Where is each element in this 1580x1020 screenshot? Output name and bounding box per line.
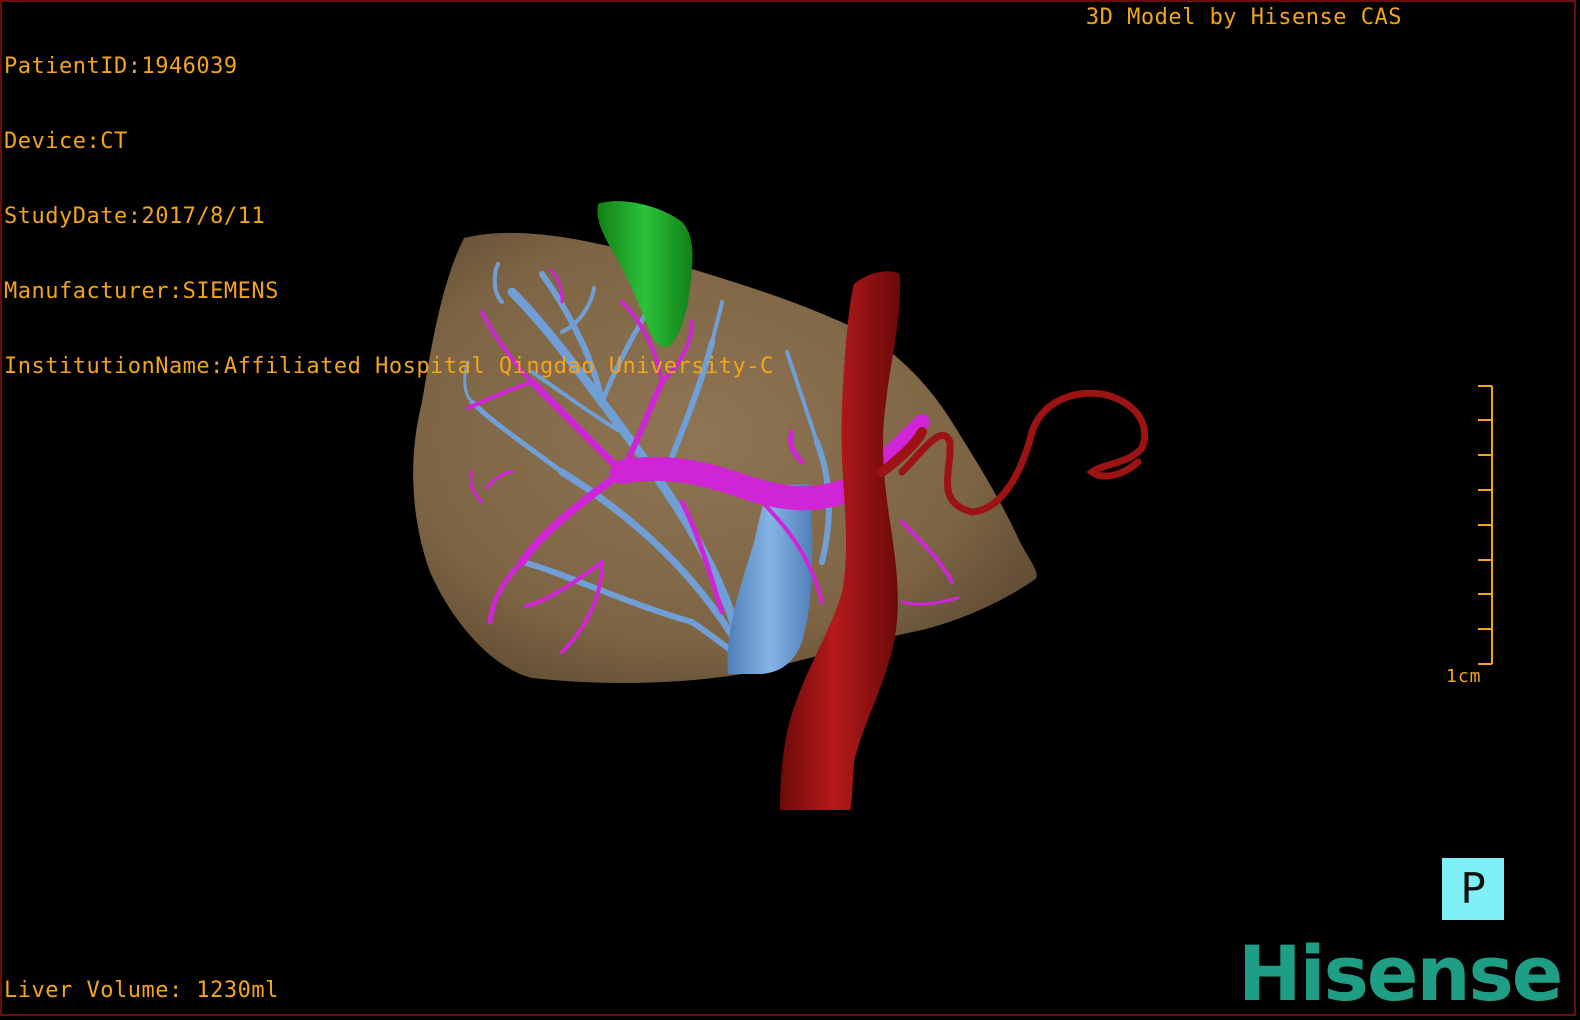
model-caption: 3D Model by Hisense CAS [1085,5,1402,30]
manufacturer: Manufacturer:SIEMENS [4,279,279,304]
device: Device:CT [4,129,128,154]
hisense-logo: Hisense [1238,929,1563,1018]
liver-volume: Liver Volume: 1230ml [4,978,279,1003]
3d-viewport[interactable]: PatientID:1946039 Device:CT StudyDate:20… [0,0,1576,1016]
scale-bar-label: 1cm [1446,666,1482,687]
dicom-info: PatientID:1946039 Device:CT StudyDate:20… [4,4,774,429]
scale-bar [1478,385,1493,665]
patient-id: PatientID:1946039 [4,54,238,79]
orientation-marker[interactable]: P [1442,858,1504,920]
study-date: StudyDate:2017/8/11 [4,204,266,229]
institution-name: InstitutionName:Affiliated Hospital Qing… [4,354,774,379]
